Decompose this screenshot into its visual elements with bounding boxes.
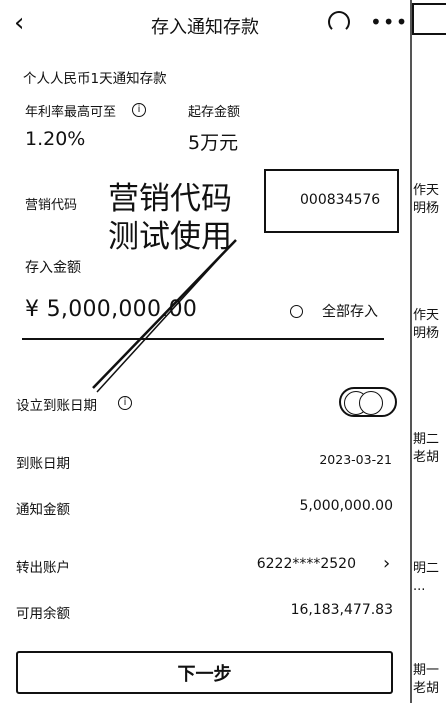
source-account-value[interactable]: 6222****2520 xyxy=(257,556,356,572)
right-strip xyxy=(410,0,446,703)
arrival-date-value: 2023-03-21 xyxy=(319,452,392,467)
strip-text-5: 期一 老胡 xyxy=(413,663,440,696)
info-icon[interactable]: i xyxy=(118,396,132,410)
set-date-label: 设立到账日期 xyxy=(16,398,97,414)
strip-text-4: 明二 ... xyxy=(413,561,440,594)
annotation-arrow xyxy=(92,239,237,393)
notice-amount-value: 5,000,000.00 xyxy=(299,498,393,514)
deposit-all-label[interactable]: 全部存入 xyxy=(322,301,378,321)
currency-symbol: ¥ xyxy=(25,297,40,322)
chevron-right-icon[interactable]: › xyxy=(383,553,390,574)
strip-text-3: 期二 老胡 xyxy=(413,432,440,465)
strip-text-2: 作天 明杨 xyxy=(413,308,440,341)
next-button-label[interactable]: 下一步 xyxy=(16,660,393,686)
notice-amount-label: 通知金额 xyxy=(16,502,70,518)
strip-text-1: 作天 明杨 xyxy=(413,183,440,216)
strip-divider xyxy=(410,0,412,703)
deposit-amount-label: 存入金额 xyxy=(25,260,81,276)
deposit-amount-input[interactable]: ¥ 5,000,000.00 xyxy=(25,297,197,322)
deposit-amount-value: 5,000,000.00 xyxy=(46,297,198,322)
arrival-date-label: 到账日期 xyxy=(16,456,70,472)
available-balance-value: 16,183,477.83 xyxy=(290,602,393,618)
available-balance-label: 可用余额 xyxy=(16,606,70,622)
strip-thumbnail xyxy=(412,3,446,35)
deposit-all-radio[interactable] xyxy=(290,305,303,318)
set-date-toggle[interactable] xyxy=(339,387,397,417)
source-account-label: 转出账户 xyxy=(16,560,70,576)
divider xyxy=(22,338,384,340)
